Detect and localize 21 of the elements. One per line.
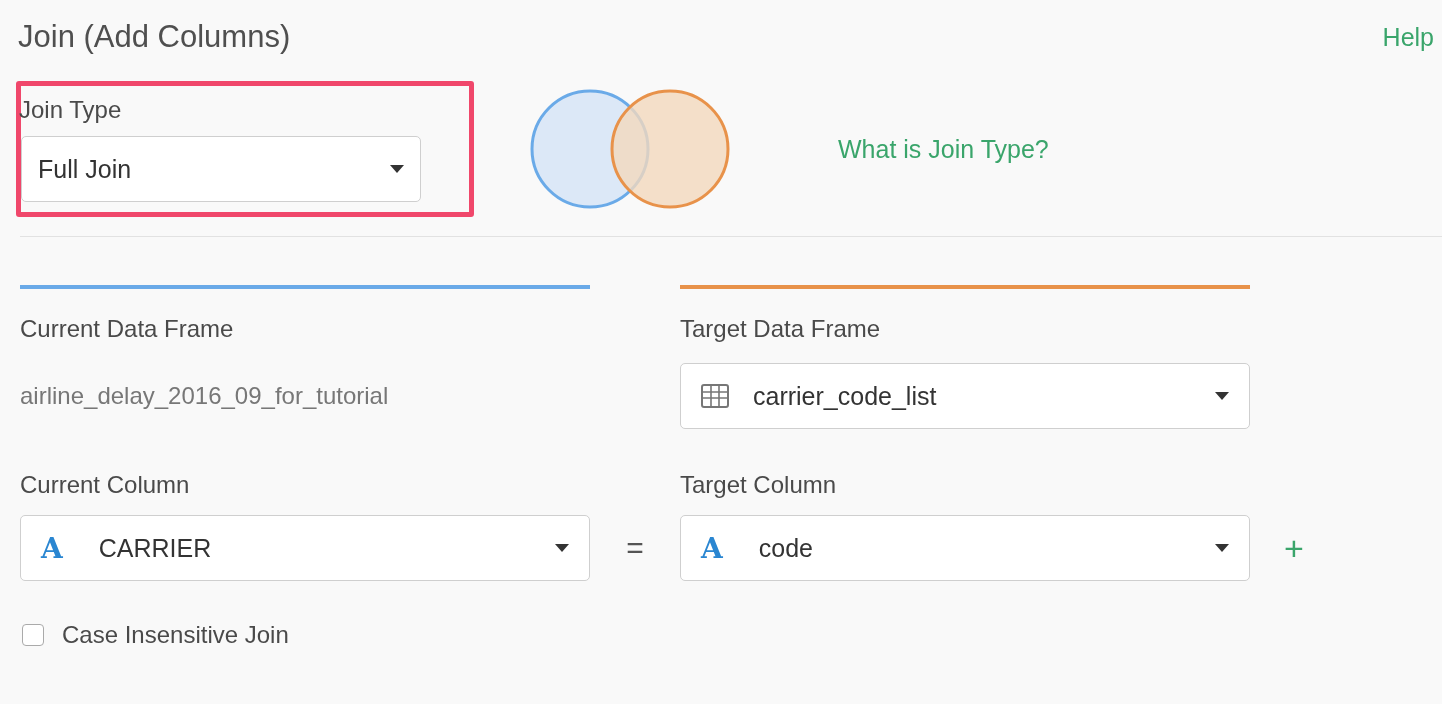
join-type-dropdown[interactable]: Full Join — [21, 136, 421, 202]
page-title: Join (Add Columns) — [18, 19, 291, 55]
caret-icon — [390, 165, 404, 173]
current-frame-label: Current Data Frame — [20, 315, 235, 343]
caret-icon — [1215, 544, 1229, 552]
current-frame-name: airline_delay_2016_09_for_tutorial — [20, 382, 390, 410]
target-frame-dropdown[interactable]: carrier_code_list — [680, 363, 1250, 429]
text-type-icon: A — [701, 531, 723, 565]
current-column-dropdown[interactable]: A CARRIER — [20, 515, 590, 581]
target-column-dropdown[interactable]: A code — [680, 515, 1250, 581]
equals-sign: = — [625, 531, 645, 565]
checkbox[interactable] — [22, 624, 44, 646]
caret-icon — [555, 544, 569, 552]
target-frame-label: Target Data Frame — [680, 315, 882, 343]
caret-icon — [1215, 392, 1229, 400]
text-type-icon: A — [41, 531, 63, 565]
case-insensitive-label: Case Insensitive Join — [62, 621, 289, 649]
target-column-label: Target Column — [680, 471, 838, 499]
venn-diagram-icon — [530, 88, 730, 210]
current-column-label: Current Column — [20, 471, 191, 499]
table-icon — [701, 384, 729, 408]
